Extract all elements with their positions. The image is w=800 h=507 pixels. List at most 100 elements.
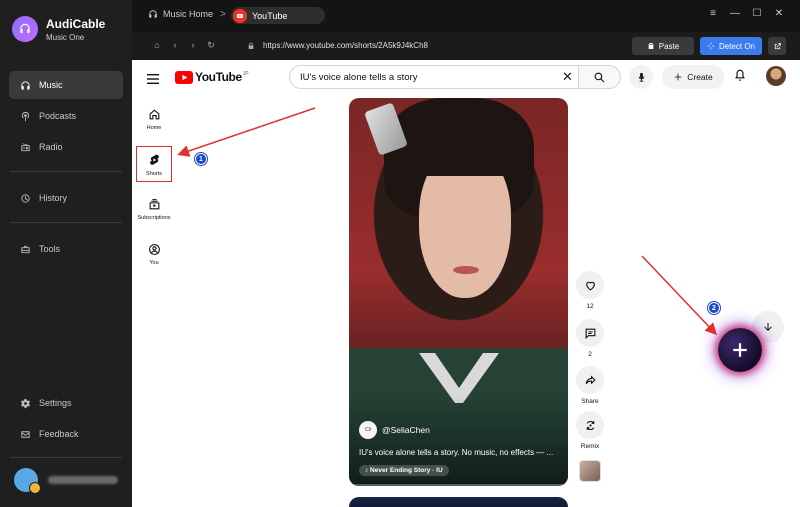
address-bar: ⌂ ‹ › ↻ https://www.youtube.com/shorts/2… <box>132 32 800 60</box>
notifications-bell-icon[interactable] <box>733 68 747 88</box>
reload-icon[interactable]: ↻ <box>202 40 220 51</box>
arrow-down-icon <box>764 323 772 331</box>
sound-thumbnail[interactable] <box>579 460 601 482</box>
hamburger-menu-icon[interactable] <box>147 71 159 89</box>
app-logo-icon <box>12 16 38 42</box>
video-caption[interactable]: IU's voice alone tells a story. No music… <box>359 448 559 457</box>
create-button[interactable]: Create <box>662 65 724 89</box>
voice-search-button[interactable] <box>629 65 653 89</box>
guide-item-you[interactable]: You <box>136 243 172 266</box>
forward-icon[interactable]: › <box>184 40 202 51</box>
create-label: Create <box>687 72 713 82</box>
user-account[interactable] <box>14 468 118 494</box>
lock-icon <box>248 42 254 49</box>
breadcrumb-home-label: Music Home <box>163 9 214 19</box>
minimize-button[interactable]: — <box>724 8 746 19</box>
video-frame-hairclip <box>364 102 408 156</box>
breadcrumb-home[interactable]: Music Home <box>148 9 213 19</box>
search-button[interactable] <box>579 65 621 89</box>
clear-search-icon[interactable]: ✕ <box>562 69 573 85</box>
gear-icon <box>20 398 31 408</box>
breadcrumb-separator: > <box>220 9 226 20</box>
plus-icon <box>733 343 747 357</box>
share-button[interactable]: Share <box>575 366 605 405</box>
headphones-icon <box>21 80 30 90</box>
share-label: Share <box>581 398 599 405</box>
user-icon <box>148 244 160 255</box>
youtube-logo[interactable]: YouTube JP <box>175 70 249 84</box>
sidebar-item-radio[interactable]: Radio <box>9 133 123 161</box>
video-progress-bar[interactable] <box>349 484 568 486</box>
home-icon[interactable]: ⌂ <box>148 40 166 51</box>
comment-icon <box>585 328 595 339</box>
next-short-preview[interactable] <box>349 497 568 507</box>
open-external-button[interactable] <box>768 37 786 55</box>
sidebar-divider <box>10 222 122 223</box>
channel-avatar: Cli <box>359 421 377 439</box>
radio-icon <box>21 142 30 151</box>
share-icon <box>585 374 596 385</box>
detect-label: Detect On <box>718 41 755 51</box>
window-controls: ≡ — ☐ ✕ <box>702 8 790 19</box>
channel-link[interactable]: Cli @SeliaChen <box>359 421 430 439</box>
guide-item-home[interactable]: Home <box>136 108 172 131</box>
guide-item-subscriptions[interactable]: Subscriptions <box>136 198 172 221</box>
sidebar-item-tools[interactable]: Tools <box>9 235 123 263</box>
annotation-badge-1: 1 <box>195 153 207 165</box>
home-icon <box>149 109 159 120</box>
tab-label: YouTube <box>252 10 288 21</box>
comment-button[interactable]: 2 <box>575 319 605 358</box>
annotation-badge-2: 2 <box>708 302 720 314</box>
url-field[interactable]: https://www.youtube.com/shorts/2A5k9J4kC… <box>247 41 428 50</box>
guide-label: Home <box>146 125 162 131</box>
sidebar-item-label: Settings <box>39 398 72 408</box>
microphone-icon <box>638 72 644 82</box>
remix-icon <box>586 420 594 430</box>
add-to-audicable-button[interactable] <box>718 328 762 372</box>
like-icon <box>585 281 595 290</box>
sidebar-item-history[interactable]: History <box>9 184 123 212</box>
url-text: https://www.youtube.com/shorts/2A5k9J4kC… <box>263 41 428 50</box>
comment-count: 2 <box>588 351 592 358</box>
sidebar-item-settings[interactable]: Settings <box>9 389 123 417</box>
paste-label: Paste <box>658 41 680 51</box>
paste-button[interactable]: Paste <box>632 37 694 55</box>
maximize-button[interactable]: ☐ <box>746 8 768 19</box>
headphones-icon <box>149 10 157 18</box>
detect-icon <box>707 42 715 50</box>
search-input[interactable]: IU's voice alone tells a story <box>289 65 579 89</box>
external-link-icon <box>774 42 781 49</box>
subscriptions-icon <box>149 199 159 210</box>
clipboard-icon <box>648 43 654 49</box>
avatar[interactable] <box>766 66 786 86</box>
sidebar-item-label: Podcasts <box>39 111 77 121</box>
close-button[interactable]: ✕ <box>768 8 790 19</box>
annotation-highlight-box <box>136 146 172 182</box>
like-button[interactable]: 12 <box>575 271 605 310</box>
toolbox-icon <box>21 245 30 253</box>
sidebar-item-podcasts[interactable]: Podcasts <box>9 102 123 130</box>
detect-toggle-button[interactable]: Detect On <box>700 37 762 55</box>
youtube-icon <box>233 8 247 23</box>
sidebar: AudiCable Music One Music Podcasts Radio… <box>0 0 132 507</box>
shorts-video-player[interactable]: Cli @SeliaChen IU's voice alone tells a … <box>349 98 568 486</box>
title-bar: Music Home > YouTube ≡ — ☐ ✕ <box>132 0 800 32</box>
sidebar-divider <box>10 171 122 172</box>
sidebar-item-music[interactable]: Music <box>9 71 123 99</box>
youtube-page: YouTube JP IU's voice alone tells a stor… <box>132 60 800 507</box>
remix-button[interactable]: Remix <box>575 411 605 450</box>
sidebar-item-label: Music <box>39 80 63 90</box>
app-name: AudiCable <box>46 16 106 31</box>
search-icon <box>594 72 605 82</box>
sidebar-item-feedback[interactable]: Feedback <box>9 420 123 448</box>
sound-chip[interactable]: ♪ Never Ending Story · IU <box>359 465 449 476</box>
mail-icon <box>21 430 30 438</box>
back-icon[interactable]: ‹ <box>166 40 184 51</box>
sidebar-divider <box>10 457 122 458</box>
menu-button[interactable]: ≡ <box>702 8 724 19</box>
video-frame-lips <box>453 266 479 274</box>
tab-youtube[interactable]: YouTube <box>231 7 325 24</box>
sidebar-item-label: Tools <box>39 244 61 254</box>
podcast-icon <box>21 111 30 121</box>
search-input-value: IU's voice alone tells a story <box>300 71 418 83</box>
